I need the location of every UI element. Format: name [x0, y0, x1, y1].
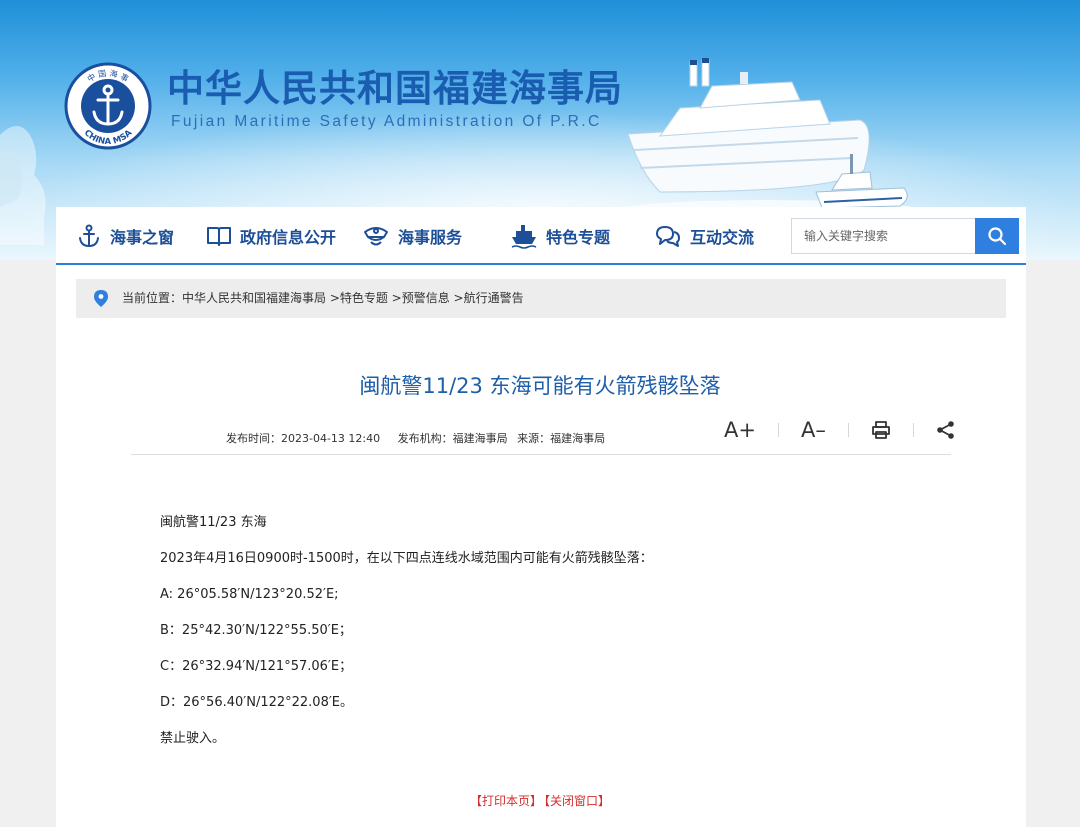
- font-larger-button[interactable]: A+: [724, 419, 756, 441]
- tool-divider: [912, 423, 914, 437]
- article-paragraph: D：26°56.40′N/122°22.08′E。: [160, 695, 354, 710]
- article-meta: 发布时间：2023-04-13 12:40 发布机构：福建海事局 来源：福建海事…: [226, 430, 619, 446]
- nav-item-special-topics[interactable]: 特色专题: [510, 224, 611, 249]
- article-paragraph: A: 26°05.58′N/123°20.52′E;: [160, 587, 339, 602]
- site-subtitle: Fujian Maritime Safety Administration Of…: [171, 113, 602, 130]
- printer-icon: [871, 421, 890, 439]
- search-box: [791, 218, 1019, 254]
- publish-time: 发布时间：2023-04-13 12:40: [226, 432, 381, 445]
- article-paragraph: B：25°42.30′N/122°55.50′E；: [160, 623, 352, 638]
- article-title: 闽航警11/23 东海可能有火箭残骸坠落: [359, 374, 721, 398]
- cruise-ship-illustration: [620, 58, 920, 217]
- nav-item-maritime-window[interactable]: 海事之窗: [76, 224, 174, 248]
- main-nav: 海事之窗 政府信息公开 海事服务 特色专题 互动交流: [56, 207, 1026, 265]
- article-paragraph: 禁止驶入。: [160, 731, 226, 746]
- article-body: 闽航警11/23 东海 2023年4月16日0900时-1500时，在以下四点连…: [160, 515, 653, 767]
- breadcrumb: 当前位置：中华人民共和国福建海事局 >特色专题 >预警信息 >航行通警告: [76, 279, 1006, 318]
- site-title: 中华人民共和国福建海事局: [167, 66, 623, 110]
- footer-links: 【打印本页】 【关闭窗口】: [0, 792, 1080, 809]
- nav-item-interaction[interactable]: 互动交流: [654, 224, 754, 248]
- search-icon: [988, 227, 1007, 246]
- search-button[interactable]: [975, 218, 1019, 254]
- font-smaller-button[interactable]: A–: [801, 419, 826, 441]
- close-window-link[interactable]: 【关闭窗口】: [544, 794, 610, 808]
- nav-item-gov-info[interactable]: 政府信息公开: [206, 224, 336, 248]
- article-tools: A+ A–: [724, 416, 956, 444]
- nav-item-label: 海事服务: [398, 228, 463, 247]
- nav-item-label: 特色专题: [546, 228, 611, 247]
- search-input[interactable]: [792, 219, 976, 253]
- tool-divider: [777, 423, 779, 437]
- location-pin-icon: [94, 290, 108, 307]
- publisher: 发布机构：福建海事局: [397, 432, 508, 445]
- print-page-link[interactable]: 【打印本页】: [470, 794, 542, 808]
- chat-icon: [656, 226, 680, 247]
- nav-item-maritime-service[interactable]: 海事服务: [362, 224, 462, 248]
- share-icon: [937, 421, 954, 439]
- ship-icon: [511, 225, 537, 249]
- article-paragraph: C：26°32.94′N/121°57.06′E；: [160, 659, 353, 674]
- captain-hat-icon: [364, 227, 388, 246]
- share-button[interactable]: [936, 420, 956, 440]
- title-divider: [131, 454, 951, 455]
- book-icon: [207, 227, 231, 246]
- print-button[interactable]: [871, 420, 891, 440]
- article-paragraph: 闽航警11/23 东海: [160, 515, 267, 530]
- statue-decoration: [0, 126, 46, 245]
- nav-item-label: 海事之窗: [110, 228, 175, 247]
- breadcrumb-text: 当前位置：中华人民共和国福建海事局 >特色专题 >预警信息 >航行通警告: [122, 291, 524, 305]
- anchor-icon: [79, 224, 99, 248]
- nav-item-label: 政府信息公开: [240, 228, 337, 247]
- tool-divider: [847, 423, 849, 437]
- china-msa-logo: 中 国 海 事 CHINA MSA: [64, 62, 152, 150]
- source: 来源：福建海事局: [517, 432, 606, 445]
- article-paragraph: 2023年4月16日0900时-1500时，在以下四点连线水域范围内可能有火箭残…: [160, 551, 653, 566]
- nav-item-label: 互动交流: [690, 228, 755, 247]
